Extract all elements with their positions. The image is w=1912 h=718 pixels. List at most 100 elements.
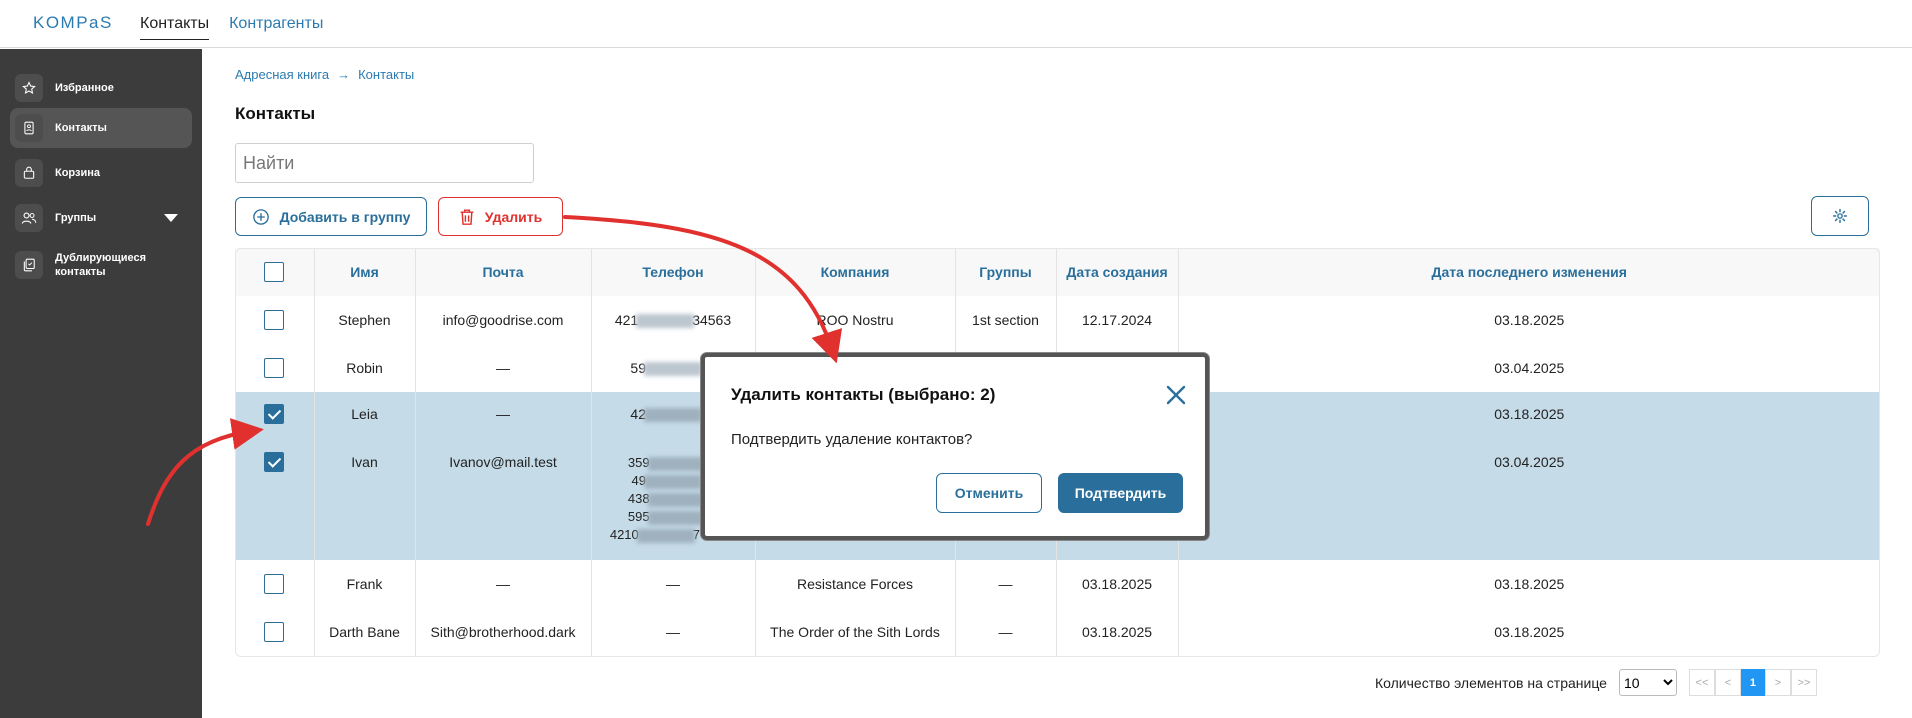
cell-groups: — [955, 608, 1057, 656]
first-page-button[interactable]: << [1688, 669, 1715, 696]
add-to-group-button[interactable]: Добавить в группу [235, 197, 427, 236]
table-row[interactable]: Frank — — Resistance Forces — 03.18.2025… [235, 560, 1880, 608]
cell-name: Stephen [314, 296, 416, 344]
cell-name: Leia [314, 392, 416, 440]
phone-start: 421 [614, 311, 639, 328]
delete-confirm-dialog: Удалить контакты (выбрано: 2) Подтвердит… [701, 353, 1209, 540]
cell-name: Darth Bane [314, 608, 416, 656]
duplicate-icon [15, 251, 43, 279]
cell-company: ROO Nostru [755, 296, 956, 344]
row-checkbox[interactable] [264, 574, 285, 594]
redacted-blur [647, 456, 706, 471]
row-checkbox-checked[interactable] [264, 404, 285, 424]
row-checkbox-cell [235, 296, 315, 344]
sidebar: Избранное Контакты Корзина Группы Дублир… [0, 49, 202, 718]
chevron-down-icon[interactable] [164, 214, 178, 222]
settings-button[interactable] [1811, 196, 1869, 236]
column-header-modified[interactable]: Дата последнего изменения [1178, 248, 1880, 296]
cell-company: The Order of the Sith Lords [755, 608, 956, 656]
row-checkbox-cell [235, 392, 315, 440]
breadcrumb-address-book[interactable]: Адресная книга [235, 67, 329, 82]
phone-start: 595 [627, 509, 650, 524]
sidebar-item-favorites[interactable]: Избранное [10, 68, 192, 108]
table-header-row: Имя Почта Телефон Компания Группы Дата с… [235, 248, 1880, 296]
row-checkbox-checked[interactable] [264, 452, 285, 472]
cell-created: 03.18.2025 [1056, 608, 1179, 656]
sidebar-item-label: Группы [55, 212, 97, 224]
cell-groups: — [955, 560, 1057, 608]
search-input[interactable] [235, 143, 534, 183]
dialog-message: Подтвердить удаление контактов? [731, 431, 973, 448]
redacted-blur [647, 510, 706, 525]
column-header-company[interactable]: Компания [755, 248, 956, 296]
row-checkbox[interactable] [264, 358, 285, 378]
phone-end: 34563 [692, 311, 732, 328]
redacted-blur [644, 474, 702, 489]
table-row[interactable]: Stephen info@goodrise.com 421 34563 ROO N… [235, 296, 1880, 344]
breadcrumb-current[interactable]: Контакты [358, 67, 414, 82]
cell-phone: — [591, 560, 756, 608]
cell-phone: — [591, 608, 756, 656]
column-header-email[interactable]: Почта [415, 248, 592, 296]
column-header-created[interactable]: Дата создания [1056, 248, 1179, 296]
page-title: Контакты [235, 104, 316, 123]
column-header-name[interactable]: Имя [314, 248, 416, 296]
redacted-blur [647, 492, 706, 507]
dialog-title: Удалить контакты (выбрано: 2) [731, 385, 996, 404]
confirm-button[interactable]: Подтвердить [1058, 473, 1183, 513]
page-size-select[interactable]: 10 [1618, 669, 1677, 696]
redacted-blur [644, 408, 702, 423]
pagination: Количество элементов на странице 10 << <… [1375, 669, 1817, 696]
cell-email: — [415, 344, 592, 392]
users-icon [15, 204, 43, 232]
cell-name: Robin [314, 344, 416, 392]
cell-email: Ivanov@mail.test [415, 440, 592, 560]
cell-company: Resistance Forces [755, 560, 956, 608]
cell-modified: 03.18.2025 [1178, 392, 1880, 440]
sidebar-item-basket[interactable]: Корзина [10, 153, 192, 193]
add-to-group-label: Добавить в группу [279, 208, 411, 225]
gear-icon [1832, 208, 1848, 224]
star-icon [15, 74, 43, 102]
row-checkbox[interactable] [264, 310, 285, 330]
cell-groups: 1st section [955, 296, 1057, 344]
sidebar-item-groups[interactable]: Группы [10, 198, 192, 238]
row-checkbox-cell [235, 608, 315, 656]
select-all-checkbox[interactable] [264, 262, 285, 282]
cell-modified: 03.18.2025 [1494, 576, 1565, 592]
trash-icon [460, 208, 474, 225]
cancel-button[interactable]: Отменить [936, 473, 1042, 513]
phone-start: 359 [627, 455, 650, 470]
next-page-button[interactable]: > [1764, 669, 1791, 696]
sidebar-item-contacts[interactable]: Контакты [10, 108, 192, 148]
cell-email: info@goodrise.com [415, 296, 592, 344]
prev-page-button[interactable]: < [1714, 669, 1741, 696]
redacted-blur [644, 362, 702, 377]
redacted-blur [636, 528, 695, 543]
redacted-blur [636, 314, 695, 329]
delete-button[interactable]: Удалить [438, 197, 563, 236]
row-checkbox-cell [235, 440, 315, 560]
nav-counterparties[interactable]: Контрагенты [229, 15, 323, 40]
plus-circle-icon [252, 208, 269, 225]
column-header-phone[interactable]: Телефон [591, 248, 756, 296]
cell-modified: 03.18.2025 [1494, 624, 1565, 640]
table-row[interactable]: Darth Bane Sith@brotherhood.dark — The O… [235, 608, 1880, 656]
breadcrumb-arrow-icon: → [337, 67, 351, 82]
sidebar-item-label: Дублирующиеся контакты [55, 252, 146, 278]
sidebar-item-duplicates[interactable]: Дублирующиеся контакты [10, 243, 192, 287]
last-page-button[interactable]: >> [1790, 669, 1817, 696]
select-all-cell [235, 248, 315, 296]
row-checkbox-cell [235, 560, 315, 608]
cell-name: Ivan [314, 440, 416, 560]
current-page-button[interactable]: 1 [1740, 669, 1765, 696]
row-checkbox[interactable] [264, 622, 285, 642]
delete-label: Удалить [484, 208, 543, 225]
column-header-groups[interactable]: Группы [955, 248, 1057, 296]
nav-contacts[interactable]: Контакты [140, 15, 210, 40]
close-icon[interactable] [1164, 383, 1188, 407]
cell-modified: 03.04.2025 [1494, 360, 1565, 376]
phone-start: 438 [627, 491, 650, 506]
logo[interactable]: KOMPaS [33, 13, 113, 33]
top-nav: Контакты Контрагенты [140, 15, 323, 40]
